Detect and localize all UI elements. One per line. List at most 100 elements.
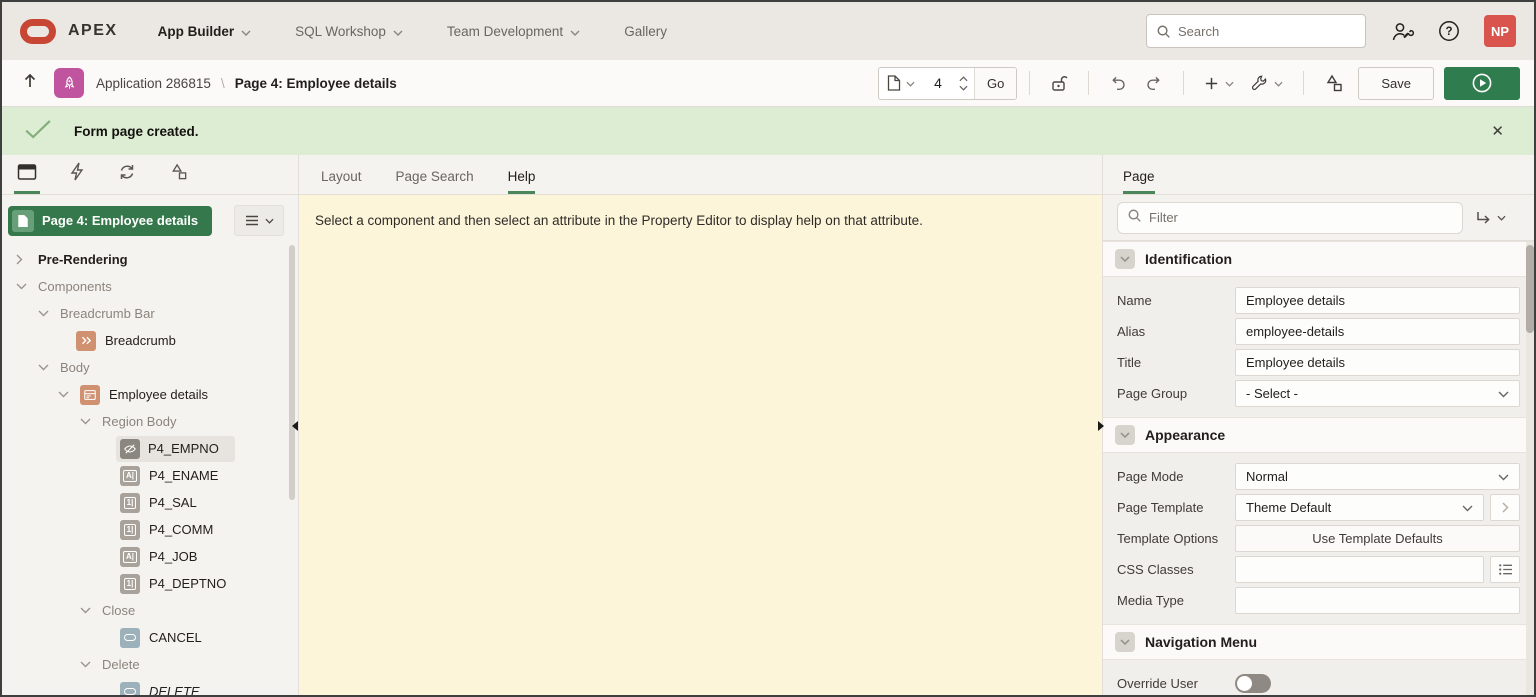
chevron-down-icon bbox=[393, 24, 403, 39]
nav-app-builder[interactable]: App Builder bbox=[158, 24, 252, 39]
shared-components-icon[interactable] bbox=[1316, 73, 1352, 93]
application-rocket-icon[interactable] bbox=[54, 68, 84, 98]
chevron-down-icon[interactable] bbox=[80, 661, 92, 668]
page-finder-button[interactable] bbox=[879, 68, 923, 99]
text-item-icon: A| bbox=[120, 465, 140, 486]
main-area: Page 4: Employee details Pre-Rendering C… bbox=[2, 155, 1534, 695]
tree-node-region-body[interactable]: Region Body bbox=[2, 408, 298, 435]
tree-node-label: Components bbox=[38, 279, 112, 294]
nav-team-development[interactable]: Team Development bbox=[447, 24, 580, 39]
chevron-down-icon[interactable] bbox=[58, 391, 70, 398]
section-navigation-menu: Navigation Menu bbox=[1103, 624, 1534, 660]
tree-node-label: Body bbox=[60, 360, 90, 375]
breadcrumb-application[interactable]: Application 286815 bbox=[96, 76, 211, 91]
tree-node-p4-job[interactable]: A| P4_JOB bbox=[2, 543, 298, 570]
use-template-defaults-button[interactable]: Use Template Defaults bbox=[1235, 525, 1520, 552]
chevron-right-icon[interactable] bbox=[16, 254, 28, 265]
css-classes-list-icon[interactable] bbox=[1490, 556, 1520, 583]
css-classes-input[interactable] bbox=[1235, 556, 1484, 583]
alias-input[interactable] bbox=[1235, 318, 1520, 345]
chevron-down-icon[interactable] bbox=[16, 283, 28, 290]
tree-node-close[interactable]: Close bbox=[2, 597, 298, 624]
chevron-down-icon[interactable] bbox=[38, 364, 50, 371]
section-title: Identification bbox=[1145, 251, 1233, 267]
admin-tools-icon[interactable] bbox=[1390, 21, 1414, 42]
nav-sql-workshop[interactable]: SQL Workshop bbox=[295, 24, 403, 39]
create-menu-button[interactable] bbox=[1196, 74, 1242, 92]
tree-node-delete[interactable]: Delete bbox=[2, 651, 298, 678]
tab-rendering[interactable] bbox=[12, 163, 42, 194]
title-input[interactable] bbox=[1235, 349, 1520, 376]
divider bbox=[1029, 71, 1031, 95]
tree-node-p4-empno[interactable]: P4_EMPNO bbox=[2, 435, 298, 462]
lock-page-icon[interactable] bbox=[1042, 74, 1076, 92]
collapse-left-panel-handle[interactable] bbox=[292, 421, 298, 431]
number-item-icon: 1| bbox=[120, 573, 140, 594]
chevron-down-icon[interactable] bbox=[80, 418, 92, 425]
page-group-select[interactable]: - Select - bbox=[1235, 380, 1520, 407]
close-icon[interactable]: ✕ bbox=[1483, 118, 1512, 144]
tree-node-pre-rendering[interactable]: Pre-Rendering bbox=[2, 246, 298, 273]
tab-dynamic-actions[interactable] bbox=[64, 162, 90, 194]
filter-input[interactable] bbox=[1149, 210, 1453, 225]
tree-node-p4-sal[interactable]: 1| P4_SAL bbox=[2, 489, 298, 516]
page-number-stepper[interactable] bbox=[953, 68, 974, 99]
tree-node-p4-comm[interactable]: 1| P4_COMM bbox=[2, 516, 298, 543]
center-tab-strip: Layout Page Search Help bbox=[299, 155, 1102, 195]
tree-menu-button[interactable] bbox=[234, 205, 284, 236]
tree-node-body[interactable]: Body bbox=[2, 354, 298, 381]
field-label: Page Group bbox=[1117, 386, 1188, 401]
tab-page-shared-components[interactable] bbox=[164, 162, 194, 194]
run-page-button[interactable] bbox=[1444, 66, 1520, 100]
tab-page[interactable]: Page bbox=[1123, 169, 1155, 194]
name-input[interactable] bbox=[1235, 287, 1520, 314]
tab-processing[interactable] bbox=[112, 163, 142, 194]
tree-node-breadcrumb[interactable]: Breadcrumb bbox=[2, 327, 298, 354]
field-page-template: Page Template Theme Default bbox=[1117, 492, 1520, 523]
tree-node-employee-details-region[interactable]: Employee details bbox=[2, 381, 298, 408]
tab-help[interactable]: Help bbox=[507, 169, 535, 194]
undo-icon[interactable] bbox=[1101, 74, 1136, 93]
nav-gallery[interactable]: Gallery bbox=[624, 24, 667, 39]
page-selector-group: 4 Go bbox=[878, 66, 1018, 100]
tree-node-delete-button[interactable]: DELETE bbox=[2, 678, 298, 695]
collapse-right-panel-handle[interactable] bbox=[1098, 421, 1104, 431]
edit-template-button[interactable] bbox=[1490, 494, 1520, 521]
save-button[interactable]: Save bbox=[1358, 66, 1434, 100]
hamburger-icon bbox=[245, 215, 258, 226]
navigation-menu-fields: Override User bbox=[1103, 660, 1534, 695]
media-type-input[interactable] bbox=[1235, 587, 1520, 614]
page-mode-select[interactable]: Normal bbox=[1235, 463, 1520, 490]
user-avatar[interactable]: NP bbox=[1484, 15, 1516, 47]
tree-node-breadcrumb-bar[interactable]: Breadcrumb Bar bbox=[2, 300, 298, 327]
override-user-toggle[interactable] bbox=[1235, 674, 1271, 693]
search-input[interactable] bbox=[1178, 23, 1356, 39]
property-editor-panel: Page Identification bbox=[1102, 155, 1534, 695]
collapse-section-icon[interactable] bbox=[1115, 632, 1135, 652]
redo-icon[interactable] bbox=[1136, 74, 1171, 93]
chevron-down-icon bbox=[1462, 500, 1473, 515]
right-scrollbar-thumb[interactable] bbox=[1526, 245, 1534, 333]
up-to-app-icon[interactable] bbox=[22, 72, 38, 94]
tree-node-components[interactable]: Components bbox=[2, 273, 298, 300]
tab-layout[interactable]: Layout bbox=[321, 169, 362, 194]
apex-builder-window: APEX App Builder SQL Workshop Team Devel… bbox=[0, 0, 1536, 697]
go-to-group-icon[interactable] bbox=[1475, 211, 1520, 225]
tree-node-cancel-button[interactable]: CANCEL bbox=[2, 624, 298, 651]
collapse-section-icon[interactable] bbox=[1115, 249, 1135, 269]
top-header: APEX App Builder SQL Workshop Team Devel… bbox=[2, 2, 1534, 60]
chevron-down-icon[interactable] bbox=[38, 310, 50, 317]
utilities-menu-button[interactable] bbox=[1242, 74, 1291, 92]
collapse-section-icon[interactable] bbox=[1115, 425, 1135, 445]
tree-node-p4-deptno[interactable]: 1| P4_DEPTNO bbox=[2, 570, 298, 597]
page-number-input[interactable]: 4 bbox=[923, 68, 953, 99]
tree-node-p4-ename[interactable]: A| P4_ENAME bbox=[2, 462, 298, 489]
tree-root-page-node[interactable]: Page 4: Employee details bbox=[8, 205, 213, 236]
section-identification: Identification bbox=[1103, 241, 1534, 277]
go-button[interactable]: Go bbox=[974, 67, 1017, 99]
page-template-select[interactable]: Theme Default bbox=[1235, 494, 1484, 521]
help-icon[interactable]: ? bbox=[1438, 20, 1460, 42]
left-scrollbar-thumb[interactable] bbox=[289, 245, 295, 500]
tab-page-search[interactable]: Page Search bbox=[396, 169, 474, 194]
chevron-down-icon[interactable] bbox=[80, 607, 92, 614]
